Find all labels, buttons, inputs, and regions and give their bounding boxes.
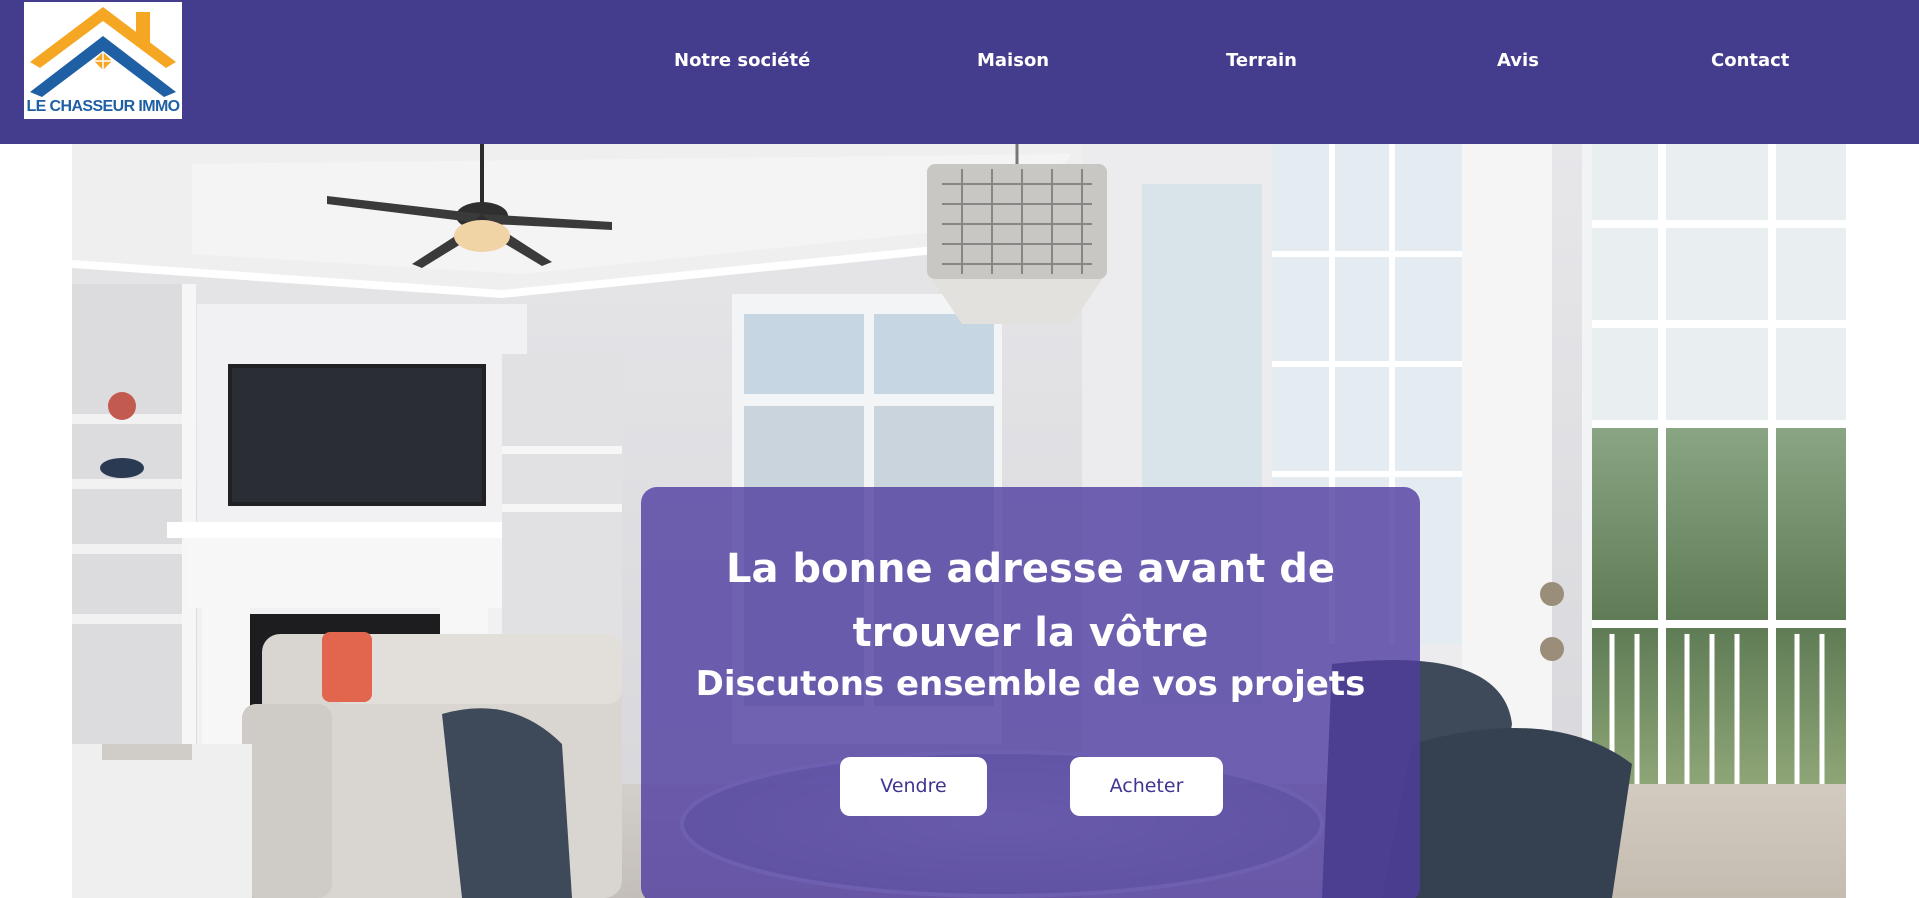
hero-subtitle: Discutons ensemble de vos projets xyxy=(695,664,1366,704)
hero-card: La bonne adresse avant de trouver la vôt… xyxy=(641,487,1420,898)
nav-item-notre-societe[interactable]: Notre société xyxy=(674,46,810,76)
nav-item-avis[interactable]: Avis xyxy=(1497,46,1539,76)
logo-text: LE CHASSEUR IMMO xyxy=(26,98,180,115)
hero-section: La bonne adresse avant de trouver la vôt… xyxy=(72,144,1846,898)
nav-item-terrain[interactable]: Terrain xyxy=(1226,46,1297,76)
site-header: LE CHASSEUR IMMO Notre société Maison Te… xyxy=(0,0,1919,144)
nav-item-maison[interactable]: Maison xyxy=(977,46,1049,76)
sell-button[interactable]: Vendre xyxy=(840,757,987,816)
buy-button[interactable]: Acheter xyxy=(1070,757,1223,816)
hero-title: La bonne adresse avant de trouver la vôt… xyxy=(725,546,1336,656)
site-logo[interactable]: LE CHASSEUR IMMO xyxy=(24,2,182,119)
nav-item-contact[interactable]: Contact xyxy=(1711,46,1789,76)
